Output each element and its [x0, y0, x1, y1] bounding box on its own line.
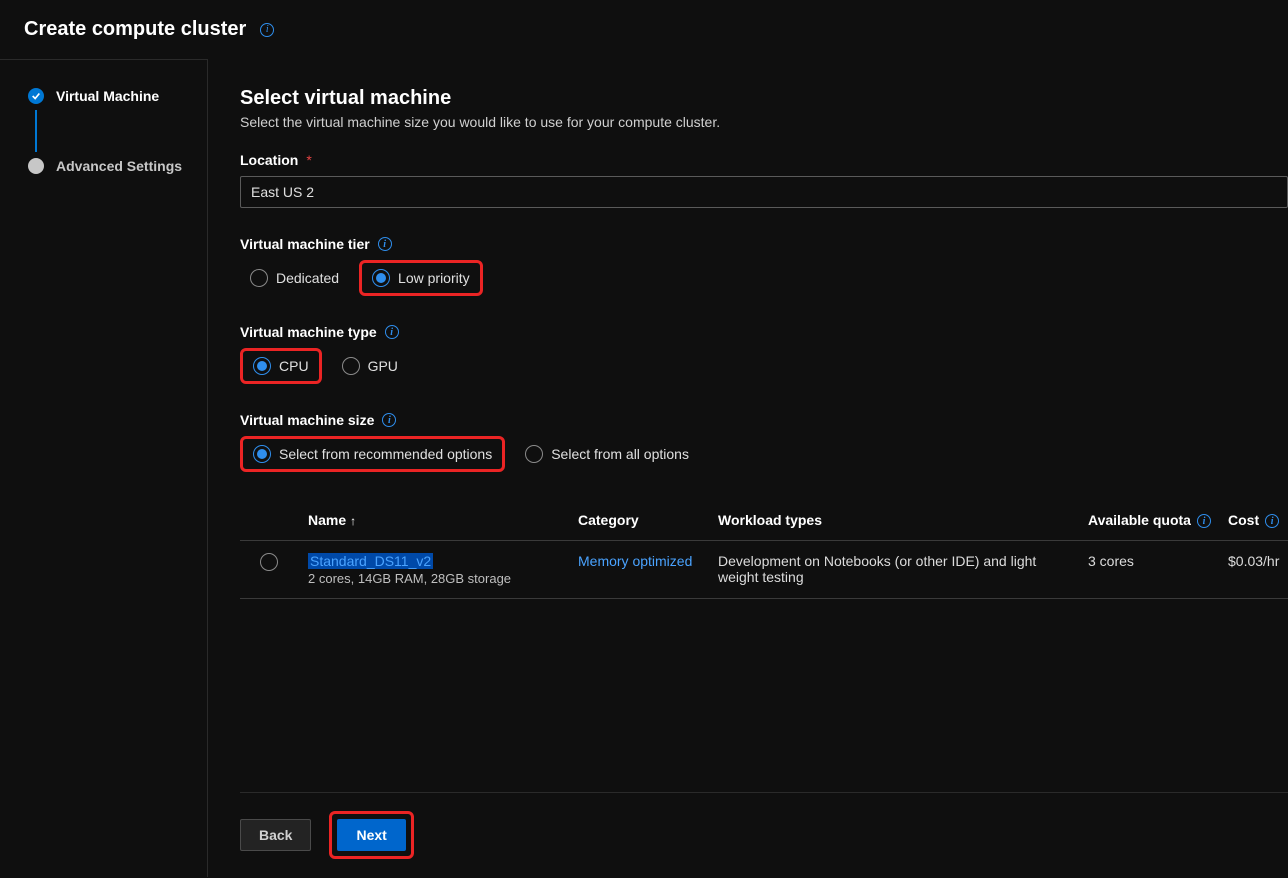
location-value: East US 2	[251, 184, 314, 200]
vm-name-link[interactable]: Standard_DS11_v2	[308, 553, 433, 569]
step-connector	[35, 110, 37, 152]
next-highlight: Next	[329, 811, 413, 859]
info-icon[interactable]: i	[1265, 514, 1279, 528]
info-icon[interactable]: i	[260, 23, 274, 37]
table-header-row: Name↑ Category Workload types Available …	[240, 500, 1288, 541]
info-icon[interactable]: i	[378, 237, 392, 251]
vm-tier-label: Virtual machine tier i	[240, 236, 1288, 252]
size-all-radio[interactable]: Select from all options	[515, 436, 699, 472]
vm-type-radio-group: CPU GPU	[240, 348, 1288, 384]
col-workload-header[interactable]: Workload types	[710, 500, 1080, 541]
type-cpu-radio[interactable]: CPU	[240, 348, 322, 384]
circle-icon	[28, 158, 44, 174]
vm-size-label: Virtual machine size i	[240, 412, 1288, 428]
radio-label: GPU	[368, 358, 398, 374]
col-quota-header[interactable]: Available quotai	[1080, 500, 1220, 541]
table-row[interactable]: Standard_DS11_v2 2 cores, 14GB RAM, 28GB…	[240, 541, 1288, 599]
radio-label: Select from recommended options	[279, 446, 492, 462]
required-asterisk: *	[306, 152, 311, 168]
wizard-steps-sidebar: Virtual Machine Advanced Settings	[0, 59, 208, 877]
type-gpu-radio[interactable]: GPU	[332, 348, 408, 384]
check-icon	[28, 88, 44, 104]
radio-icon	[250, 269, 268, 287]
vm-type-label: Virtual machine type i	[240, 324, 1288, 340]
size-recommended-radio[interactable]: Select from recommended options	[240, 436, 505, 472]
location-select[interactable]: East US 2	[240, 176, 1288, 208]
radio-label: Dedicated	[276, 270, 339, 286]
radio-label: CPU	[279, 358, 309, 374]
radio-label: Select from all options	[551, 446, 689, 462]
location-label: Location *	[240, 152, 1288, 168]
col-cost-header[interactable]: Costi	[1220, 500, 1288, 541]
main-panel: Select virtual machine Select the virtua…	[208, 59, 1288, 877]
radio-label: Low priority	[398, 270, 470, 286]
info-icon[interactable]: i	[382, 413, 396, 427]
vm-specs: 2 cores, 14GB RAM, 28GB storage	[308, 571, 562, 586]
step-label: Advanced Settings	[56, 158, 182, 174]
info-icon[interactable]: i	[385, 325, 399, 339]
vm-size-radio-group: Select from recommended options Select f…	[240, 436, 1288, 472]
vm-category: Memory optimized	[578, 553, 692, 569]
info-icon[interactable]: i	[1197, 514, 1211, 528]
radio-icon	[342, 357, 360, 375]
tier-dedicated-radio[interactable]: Dedicated	[240, 260, 349, 296]
row-select-radio[interactable]	[260, 553, 278, 571]
wizard-footer: Back Next	[240, 792, 1288, 877]
radio-icon	[525, 445, 543, 463]
col-name-header[interactable]: Name↑	[300, 500, 570, 541]
col-category-header[interactable]: Category	[570, 500, 710, 541]
step-virtual-machine[interactable]: Virtual Machine	[28, 88, 207, 104]
section-subtitle: Select the virtual machine size you woul…	[240, 114, 1288, 130]
section-heading: Select virtual machine	[240, 87, 1288, 110]
tier-low-priority-radio[interactable]: Low priority	[359, 260, 483, 296]
vm-workload: Development on Notebooks (or other IDE) …	[710, 541, 1080, 599]
vm-cost: $0.03/hr	[1220, 541, 1288, 599]
page-title: Create compute cluster	[24, 18, 246, 41]
page-header: Create compute cluster i	[0, 0, 1288, 59]
radio-icon	[372, 269, 390, 287]
next-button[interactable]: Next	[337, 819, 405, 851]
vm-tier-radio-group: Dedicated Low priority	[240, 260, 1288, 296]
radio-icon	[253, 357, 271, 375]
step-label: Virtual Machine	[56, 88, 159, 104]
sort-asc-icon: ↑	[350, 514, 356, 528]
vm-size-table: Name↑ Category Workload types Available …	[240, 500, 1288, 599]
step-advanced-settings[interactable]: Advanced Settings	[28, 158, 207, 174]
back-button[interactable]: Back	[240, 819, 311, 851]
radio-icon	[253, 445, 271, 463]
vm-quota: 3 cores	[1080, 541, 1220, 599]
